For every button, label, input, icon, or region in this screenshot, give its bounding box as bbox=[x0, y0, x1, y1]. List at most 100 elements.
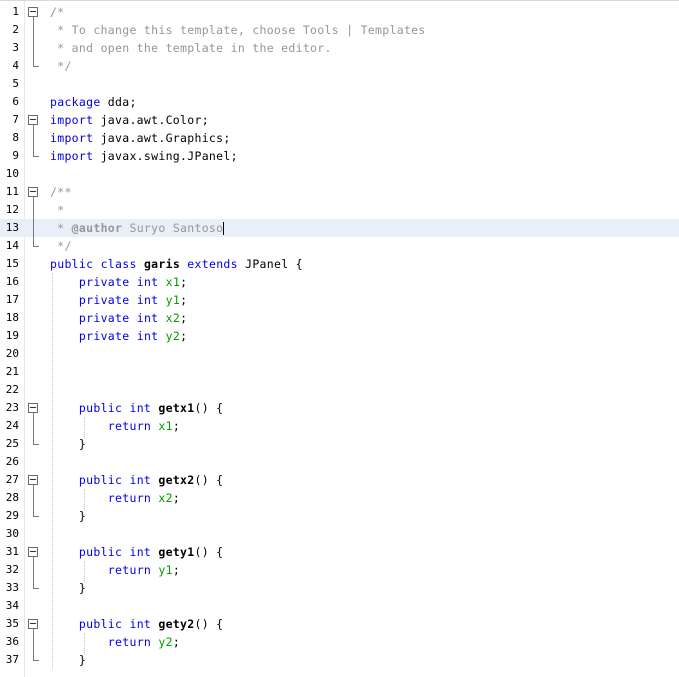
code-line[interactable]: 23 public int getx1() { bbox=[0, 399, 679, 417]
code-line[interactable]: 30 bbox=[0, 525, 679, 543]
fold-collapse-icon[interactable] bbox=[28, 115, 38, 125]
fold-range-line bbox=[33, 485, 34, 516]
indent-guide bbox=[84, 417, 85, 439]
code-token: private bbox=[78, 293, 130, 307]
fold-end-marker bbox=[33, 444, 39, 445]
code-token: * and open the template in the editor. bbox=[50, 41, 332, 55]
code-line[interactable]: 3 * and open the template in the editor. bbox=[0, 39, 679, 57]
code-line[interactable]: 26 bbox=[0, 453, 679, 471]
line-number: 12 bbox=[5, 203, 19, 216]
line-number: 20 bbox=[5, 347, 19, 360]
code-token: /** bbox=[50, 185, 72, 199]
fold-collapse-icon[interactable] bbox=[28, 403, 38, 413]
code-line[interactable]: 16 private int x1; bbox=[0, 273, 679, 291]
code-line[interactable]: 21 bbox=[0, 363, 679, 381]
line-number: 23 bbox=[5, 401, 19, 414]
fold-collapse-icon[interactable] bbox=[28, 475, 38, 485]
code-line[interactable]: 8 import java.awt.Graphics; bbox=[0, 129, 679, 147]
code-line[interactable]: 27 public int getx2() { bbox=[0, 471, 679, 489]
code-token: getx1 bbox=[158, 401, 195, 415]
code-text: private int y1; bbox=[50, 291, 187, 309]
code-line[interactable]: 15 public class garis extends JPanel { bbox=[0, 255, 679, 273]
code-text: return y2; bbox=[50, 633, 180, 651]
code-token: dda; bbox=[100, 95, 137, 109]
line-number: 8 bbox=[12, 131, 19, 144]
code-line[interactable]: 7 import java.awt.Color; bbox=[0, 111, 679, 129]
code-line[interactable]: 14 */ bbox=[0, 237, 679, 255]
code-token: private bbox=[78, 311, 130, 325]
line-number: 9 bbox=[12, 149, 19, 162]
code-token: y1 bbox=[158, 563, 173, 577]
code-token: ; bbox=[180, 329, 188, 343]
line-number: 19 bbox=[5, 329, 19, 342]
code-text: * and open the template in the editor. bbox=[50, 39, 332, 57]
code-line[interactable]: 5 bbox=[0, 75, 679, 93]
code-token: int bbox=[136, 329, 159, 343]
code-line[interactable]: 35 public int gety2() { bbox=[0, 615, 679, 633]
code-token: } bbox=[50, 653, 87, 667]
code-token: ; bbox=[172, 419, 181, 433]
code-line[interactable]: 36 return y2; bbox=[0, 633, 679, 651]
code-line[interactable]: 9 import javax.swing.JPanel; bbox=[0, 147, 679, 165]
code-token: package bbox=[50, 95, 101, 109]
code-token: import bbox=[50, 131, 94, 145]
code-line[interactable]: 13 * @author Suryo Santoso bbox=[0, 219, 679, 237]
code-line[interactable]: 29 } bbox=[0, 507, 679, 525]
line-number: 14 bbox=[5, 239, 19, 252]
code-line[interactable]: 19 private int y2; bbox=[0, 327, 679, 345]
code-line[interactable]: 24 return x1; bbox=[0, 417, 679, 435]
code-text: private int x1; bbox=[50, 273, 187, 291]
code-token: } bbox=[50, 509, 87, 523]
code-line[interactable]: 20 bbox=[0, 345, 679, 363]
code-line[interactable]: 10 bbox=[0, 165, 679, 183]
code-token: */ bbox=[50, 59, 72, 73]
code-line[interactable]: 18 private int x2; bbox=[0, 309, 679, 327]
code-line[interactable]: 31 public int gety1() { bbox=[0, 543, 679, 561]
line-number: 27 bbox=[5, 473, 19, 486]
fold-collapse-icon[interactable] bbox=[28, 7, 38, 17]
code-text: } bbox=[50, 579, 86, 597]
fold-collapse-icon[interactable] bbox=[28, 547, 38, 557]
code-editor[interactable]: 1 /* 2 * To change this template, choose T… bbox=[0, 0, 679, 677]
code-text: /* bbox=[50, 3, 64, 21]
fold-collapse-icon[interactable] bbox=[28, 619, 38, 629]
code-line[interactable]: 28 return x2; bbox=[0, 489, 679, 507]
code-line[interactable]: 17 private int y1; bbox=[0, 291, 679, 309]
fold-range-line bbox=[33, 557, 34, 588]
code-line[interactable]: 11 /** bbox=[0, 183, 679, 201]
line-number: 5 bbox=[12, 77, 19, 90]
code-line[interactable]: 12 * bbox=[0, 201, 679, 219]
code-text: */ bbox=[50, 237, 72, 255]
code-token: x2 bbox=[165, 311, 181, 325]
code-line[interactable]: 32 return y1; bbox=[0, 561, 679, 579]
code-line[interactable]: 33 } bbox=[0, 579, 679, 597]
code-line[interactable]: 1 /* bbox=[0, 3, 679, 21]
code-text: import javax.swing.JPanel; bbox=[50, 147, 238, 165]
code-line[interactable]: 22 bbox=[0, 381, 679, 399]
code-line[interactable]: 4 */ bbox=[0, 57, 679, 75]
code-token: x1 bbox=[165, 275, 181, 289]
fold-range-line bbox=[33, 125, 34, 156]
line-number: 30 bbox=[5, 527, 19, 540]
fold-collapse-icon[interactable] bbox=[28, 187, 38, 197]
line-number: 1 bbox=[12, 5, 19, 18]
code-text: public int gety1() { bbox=[50, 543, 223, 561]
line-number: 11 bbox=[5, 185, 19, 198]
line-number: 25 bbox=[5, 437, 19, 450]
code-line[interactable]: 25 } bbox=[0, 435, 679, 453]
code-token: java.awt.Graphics; bbox=[93, 131, 231, 145]
code-line[interactable]: 2 * To change this template, choose Tool… bbox=[0, 21, 679, 39]
code-line[interactable]: 34 bbox=[0, 597, 679, 615]
code-line[interactable]: 37 } bbox=[0, 651, 679, 669]
code-token: int bbox=[129, 617, 152, 631]
fold-end-marker bbox=[33, 66, 39, 67]
code-token: return bbox=[107, 563, 152, 577]
code-line[interactable]: 6 package dda; bbox=[0, 93, 679, 111]
